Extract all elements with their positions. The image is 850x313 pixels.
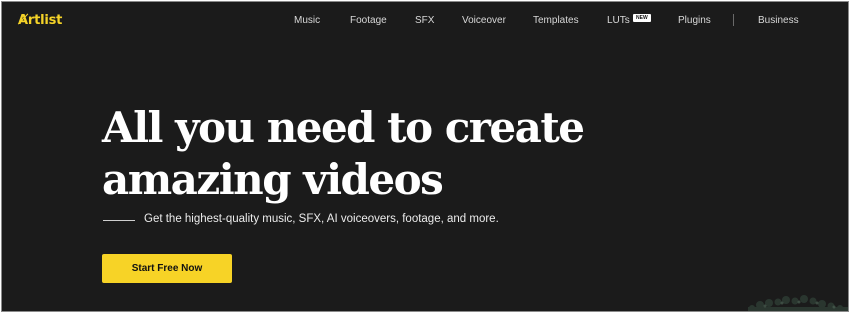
nav-item-luts[interactable]: LUTs — [607, 15, 630, 26]
nav-item-business[interactable]: Business — [758, 15, 799, 26]
start-free-now-button[interactable]: Start Free Now — [102, 254, 232, 283]
page-frame: Ⱥrtlist Music Footage SFX Voiceover Temp… — [1, 1, 849, 312]
artlist-logo[interactable]: Ⱥrtlist — [18, 13, 62, 28]
nav-item-music[interactable]: Music — [294, 15, 320, 26]
nav-item-footage[interactable]: Footage — [350, 15, 387, 26]
nav-item-plugins[interactable]: Plugins — [678, 15, 711, 26]
nav-item-sfx[interactable]: SFX — [415, 15, 434, 26]
hero-headline: All you need to create amazing videos — [102, 102, 585, 206]
nav-item-voiceover[interactable]: Voiceover — [462, 15, 506, 26]
subtitle-rule — [103, 220, 135, 221]
foliage-decoration — [748, 295, 848, 311]
hero-subtitle: Get the highest-quality music, SFX, AI v… — [144, 213, 499, 225]
new-badge: NEW — [633, 14, 651, 22]
nav-divider — [733, 14, 734, 26]
hero-headline-line-2: amazing videos — [102, 155, 444, 204]
hero-headline-line-1: All you need to create — [102, 103, 585, 152]
nav-item-templates[interactable]: Templates — [533, 15, 579, 26]
